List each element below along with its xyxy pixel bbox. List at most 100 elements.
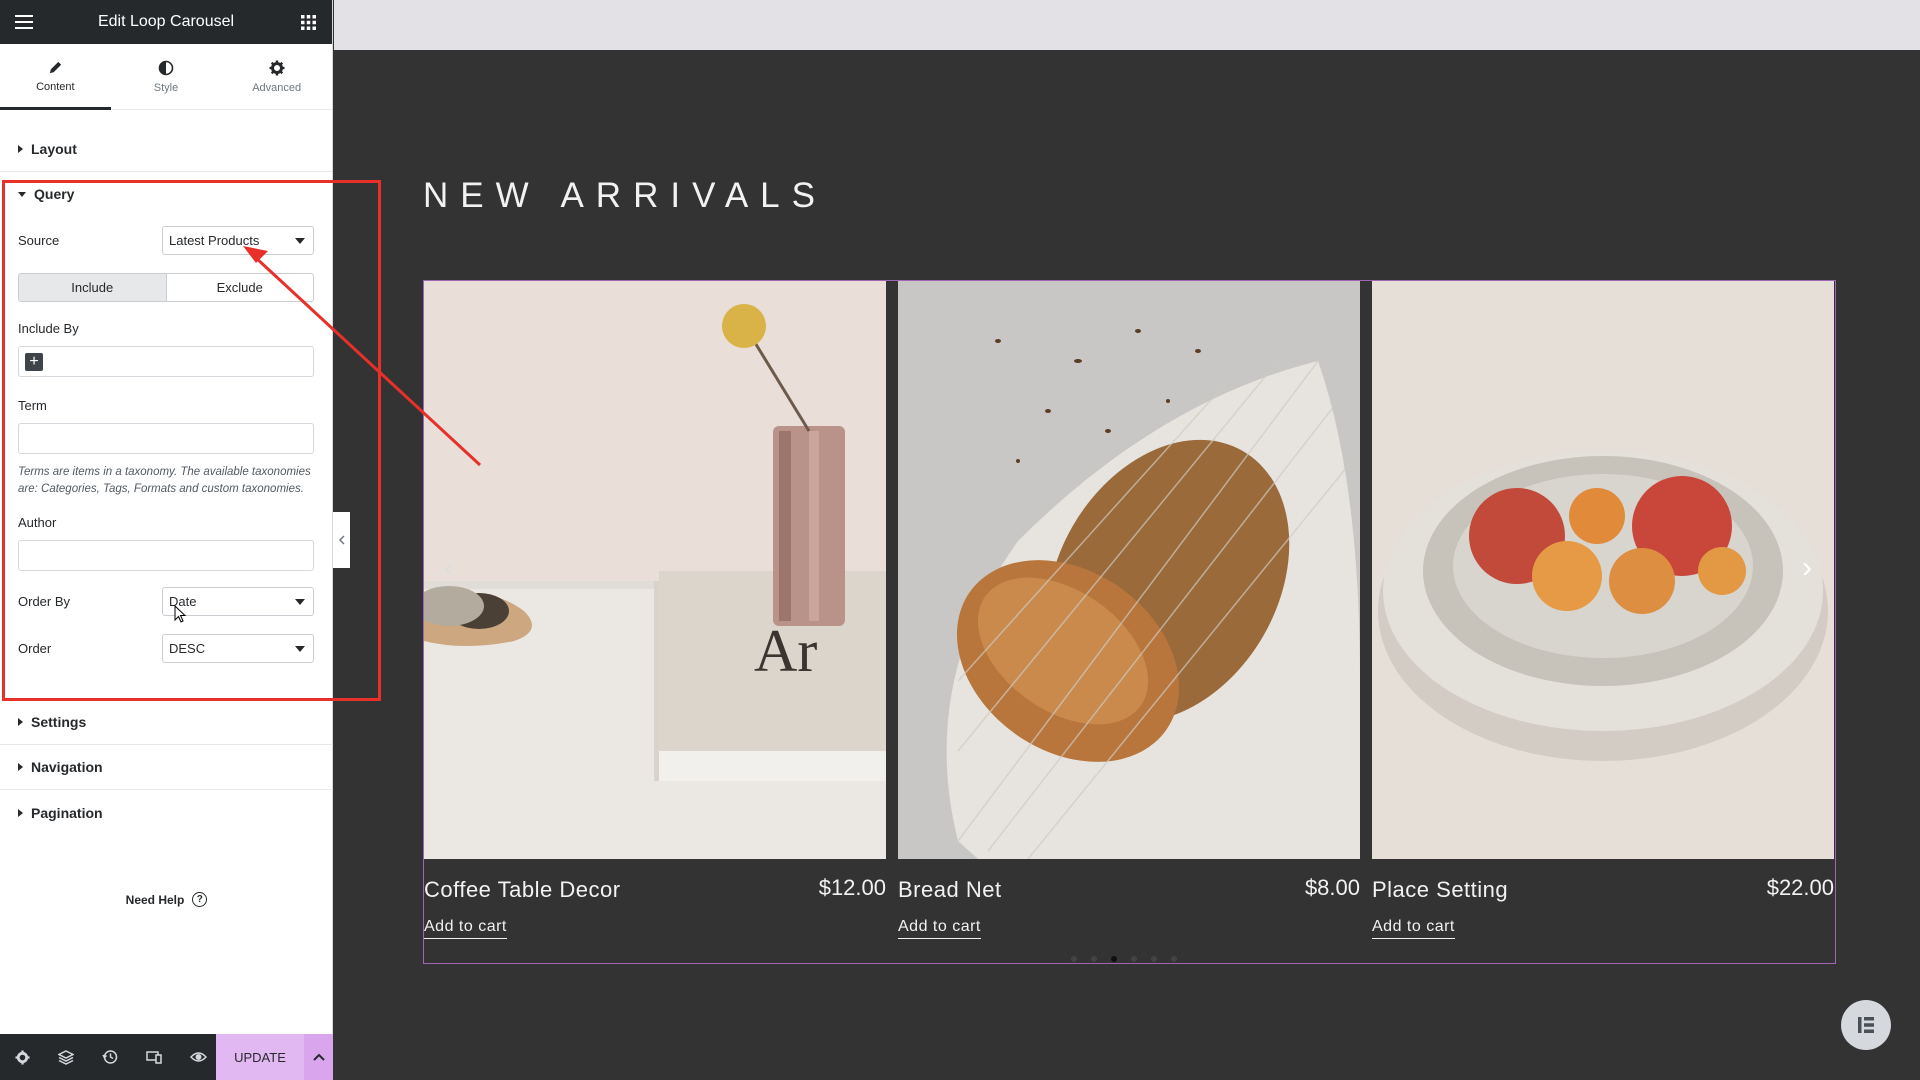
caret-right-icon	[18, 808, 23, 817]
history-icon[interactable]	[88, 1034, 132, 1080]
author-label: Author	[18, 515, 57, 530]
term-note: Terms are items in a taxonomy. The avail…	[18, 466, 311, 495]
tab-advanced[interactable]: Advanced	[221, 44, 332, 109]
product-image-place-setting[interactable]	[1372, 281, 1834, 859]
order-label: Order	[18, 641, 52, 656]
preview-topbar	[334, 0, 1920, 50]
question-icon: ?	[192, 892, 208, 907]
section-navigation-label: Navigation	[31, 759, 103, 775]
settings-gear-icon[interactable]	[0, 1034, 44, 1080]
product-card-3[interactable]: Place Setting $22.00 Add to cart	[1372, 281, 1834, 959]
section-layout[interactable]: Layout	[0, 127, 332, 172]
tab-content-label: Content	[36, 81, 75, 93]
tab-content[interactable]: Content	[0, 44, 111, 110]
section-query-label: Query	[34, 186, 75, 202]
pagination-dot[interactable]	[1151, 956, 1157, 962]
source-label: Source	[18, 233, 60, 248]
editor-panel: Edit Loop Carousel Content Style Advance…	[0, 0, 333, 1080]
add-to-cart-link[interactable]: Add to cart	[898, 918, 981, 939]
chevron-left-icon	[338, 535, 345, 545]
carousel-prev-arrow-icon[interactable]: ‹	[444, 551, 454, 585]
order-by-label: Order By	[18, 594, 71, 609]
term-field[interactable]	[18, 423, 314, 454]
product-price: $22.00	[1766, 875, 1834, 900]
product-name[interactable]: Bread Net	[898, 877, 1002, 903]
add-to-cart-link[interactable]: Add to cart	[1372, 918, 1455, 939]
product-image-coffee-table-decor[interactable]: Ar	[424, 281, 886, 859]
panel-title: Edit Loop Carousel	[97, 13, 235, 30]
include-by-label: Include By	[18, 321, 79, 336]
product-name[interactable]: Place Setting	[1372, 877, 1508, 903]
layers-icon[interactable]	[44, 1034, 88, 1080]
include-button[interactable]: Include	[19, 274, 167, 301]
hamburger-menu-icon[interactable]	[14, 12, 34, 32]
caret-right-icon	[18, 718, 23, 726]
section-pagination[interactable]: Pagination	[0, 790, 333, 835]
chevron-up-icon[interactable]	[304, 1034, 333, 1080]
order-by-row: Order By Date	[18, 587, 314, 616]
pagination-dot[interactable]	[1091, 956, 1097, 962]
dropdown-arrow-icon	[295, 598, 305, 605]
order-row: Order DESC	[18, 634, 314, 663]
svg-text:Ar: Ar	[754, 618, 817, 684]
add-to-cart-link[interactable]: Add to cart	[424, 918, 507, 939]
dropdown-arrow-icon	[295, 237, 305, 244]
product-card-2[interactable]: Bread Net $8.00 Add to cart	[898, 281, 1360, 959]
half-circle-icon	[158, 60, 174, 75]
section-settings-label: Settings	[31, 714, 87, 730]
panel-header: Edit Loop Carousel	[0, 0, 332, 44]
gear-icon	[269, 60, 285, 75]
carousel-pagination-dots	[1071, 956, 1177, 962]
elementor-logo-icon[interactable]	[1841, 1000, 1891, 1050]
term-label: Term	[18, 398, 47, 413]
loop-carousel[interactable]: Ar Coffee Table Decor $12.00 Add to cart	[423, 280, 1836, 964]
widgets-grid-icon[interactable]	[298, 12, 318, 32]
update-button[interactable]: UPDATE	[216, 1034, 304, 1080]
tab-style[interactable]: Style	[111, 44, 222, 109]
tab-style-label: Style	[153, 81, 179, 94]
product-price: $8.00	[1304, 875, 1360, 900]
source-row: Source Latest Products	[18, 226, 314, 255]
source-select[interactable]: Latest Products	[162, 226, 314, 255]
caret-right-icon	[18, 763, 23, 771]
pagination-dot-active[interactable]	[1111, 956, 1117, 962]
section-layout-label: Layout	[31, 141, 77, 157]
panel-collapse-toggle[interactable]	[333, 512, 350, 568]
query-controls: Source Latest Products Include Exclude I…	[0, 226, 332, 663]
product-name[interactable]: Coffee Table Decor	[424, 877, 621, 903]
mouse-cursor-icon	[173, 604, 187, 628]
product-info: Coffee Table Decor $12.00 Add to cart	[424, 859, 886, 959]
include-by-field[interactable]: +	[18, 346, 314, 377]
need-help-link[interactable]: Need Help ?	[0, 892, 333, 907]
include-exclude-toggle: Include Exclude	[18, 273, 314, 302]
dropdown-arrow-icon	[295, 645, 305, 652]
panel-footer: UPDATE	[0, 1034, 333, 1080]
tab-advanced-label: Advanced	[252, 81, 302, 94]
section-query[interactable]: Query	[0, 172, 332, 216]
author-field[interactable]	[18, 540, 314, 571]
pagination-dot[interactable]	[1071, 956, 1077, 962]
need-help-label: Need Help	[125, 892, 185, 907]
source-select-value: Latest Products	[169, 233, 260, 248]
product-info: Place Setting $22.00 Add to cart	[1372, 859, 1834, 959]
add-icon[interactable]: +	[25, 352, 43, 371]
product-info: Bread Net $8.00 Add to cart	[898, 859, 1360, 959]
product-image-bread-net[interactable]	[898, 281, 1360, 859]
pagination-dot[interactable]	[1171, 956, 1177, 962]
caret-down-icon	[18, 191, 26, 197]
product-price: $12.00	[818, 875, 886, 900]
caret-right-icon	[18, 145, 23, 153]
preview-eye-icon[interactable]	[176, 1034, 220, 1080]
section-heading: NEW ARRIVALS	[423, 176, 827, 215]
pagination-dot[interactable]	[1131, 956, 1137, 962]
order-value: DESC	[169, 641, 206, 656]
section-settings[interactable]: Settings	[0, 700, 333, 745]
order-select[interactable]: DESC	[162, 634, 314, 663]
section-navigation[interactable]: Navigation	[0, 745, 333, 790]
carousel-next-arrow-icon[interactable]: ›	[1802, 551, 1812, 585]
pencil-icon	[49, 61, 61, 74]
exclude-button[interactable]: Exclude	[167, 274, 314, 301]
product-card-1[interactable]: Ar Coffee Table Decor $12.00 Add to cart	[424, 281, 886, 959]
responsive-mode-icon[interactable]	[132, 1034, 176, 1080]
section-pagination-label: Pagination	[31, 804, 103, 821]
